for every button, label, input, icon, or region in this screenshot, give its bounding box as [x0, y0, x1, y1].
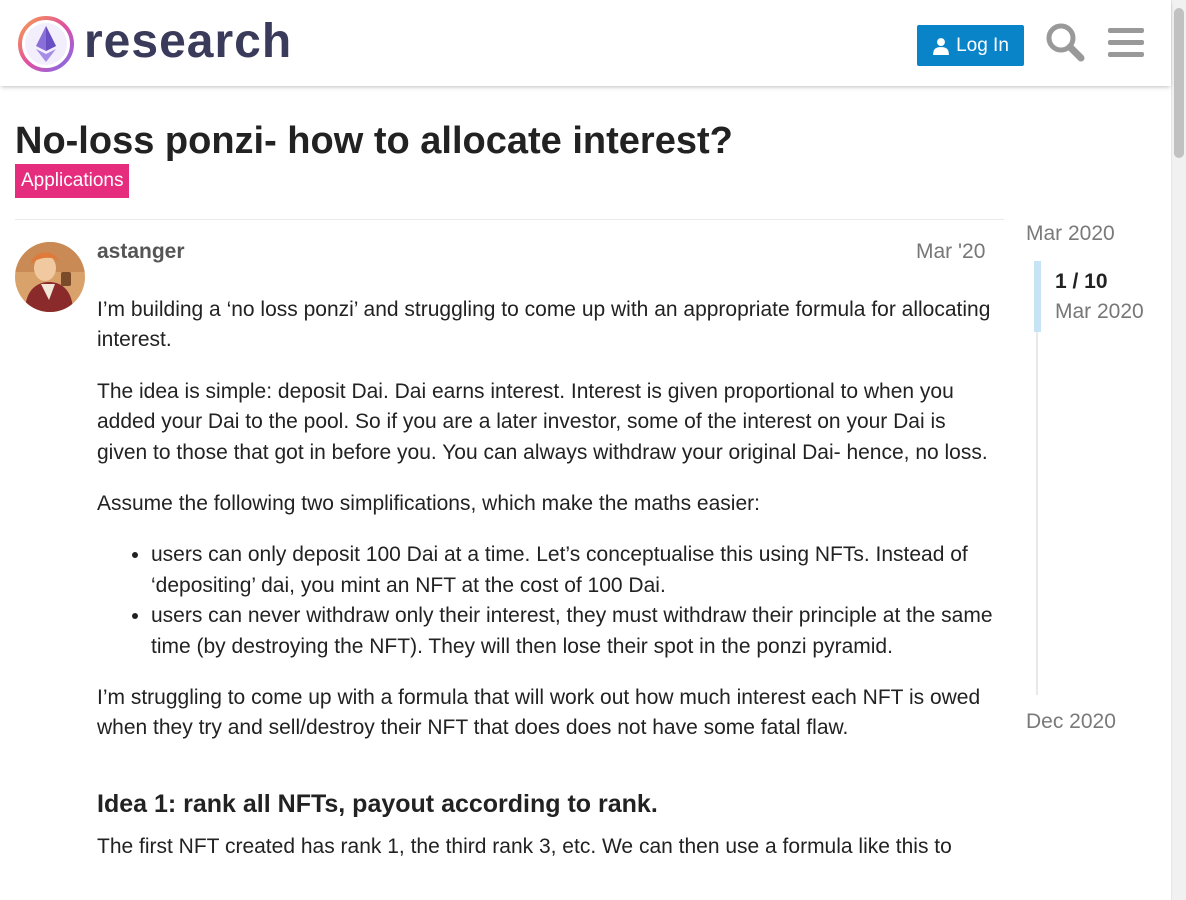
post-paragraph: I’m building a ‘no loss ponzi’ and strug… [97, 298, 991, 352]
simplifications-list: users can only deposit 100 Dai at a time… [97, 540, 997, 662]
post-date[interactable]: Mar '20 [916, 238, 985, 266]
post-body: I’m building a ‘no loss ponzi’ and strug… [97, 295, 997, 883]
list-item: users can never withdraw only their inte… [151, 601, 997, 662]
hamburger-menu-icon[interactable] [1104, 20, 1148, 64]
post-author[interactable]: astanger [97, 238, 185, 266]
search-icon[interactable] [1043, 20, 1087, 64]
login-label: Log In [956, 34, 1009, 56]
list-item: users can only deposit 100 Dai at a time… [151, 540, 997, 601]
research-logo-icon[interactable] [16, 14, 76, 74]
post-paragraph: Assume the following two simplifications… [97, 492, 760, 516]
site-logo-text[interactable]: research [84, 12, 292, 72]
author-avatar[interactable] [15, 242, 85, 312]
post-paragraph: The first NFT created has rank 1, the th… [97, 834, 952, 858]
page-scrollbar[interactable] [1171, 0, 1186, 900]
post-paragraph: I’m struggling to come up with a formula… [97, 686, 981, 740]
timeline-post-count: 1 / 10 [1055, 270, 1108, 293]
site-header: research Log In [0, 0, 1171, 86]
post-paragraph: The idea is simple: deposit Dai. Dai ear… [97, 379, 988, 464]
avatar-image [15, 242, 85, 312]
post-heading: Idea 1: rank all NFTs, payout according … [97, 789, 658, 818]
login-button[interactable]: Log In [917, 25, 1024, 66]
timeline-end-date[interactable]: Dec 2020 [1026, 708, 1116, 736]
scrollbar-thumb[interactable] [1174, 8, 1184, 158]
timeline-current-date: Mar 2020 [1055, 300, 1144, 323]
user-icon [933, 37, 949, 55]
topic-title[interactable]: No-loss ponzi- how to allocate interest? [15, 118, 733, 164]
topic-divider [15, 219, 1004, 220]
timeline-start-date[interactable]: Mar 2020 [1026, 220, 1115, 248]
category-badge[interactable]: Applications [15, 164, 130, 198]
timeline-handle[interactable] [1034, 261, 1041, 332]
